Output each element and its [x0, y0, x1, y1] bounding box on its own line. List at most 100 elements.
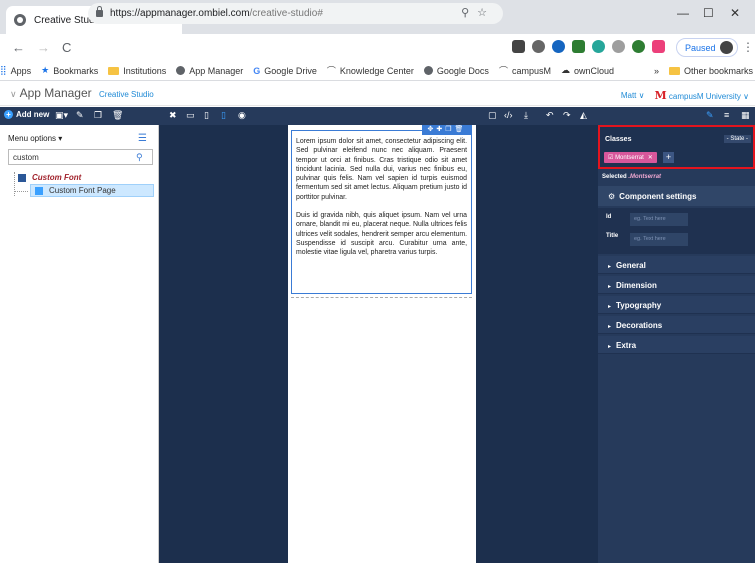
code-icon[interactable]: ‹/› [504, 110, 513, 120]
tree-item-label: Custom Font [32, 173, 82, 182]
wave-icon: ⌒ [326, 66, 336, 76]
extension-icon[interactable] [572, 40, 585, 53]
tree-connector [14, 191, 28, 192]
extension-icon[interactable] [652, 40, 665, 53]
reload-icon[interactable]: C [62, 40, 71, 55]
classes-label: Classes [605, 136, 632, 143]
download-icon[interactable]: ⤓ [524, 110, 528, 121]
tablet-view-icon[interactable]: ▯ [204, 110, 209, 121]
component-text[interactable]: Lorem ipsum dolor sit amet, consectetur … [296, 137, 467, 258]
save-icon[interactable]: ▣▾ [55, 110, 68, 121]
url-text: https://appmanager.ombiel.com/creative-s… [110, 8, 323, 19]
maximize-icon[interactable]: ☐ [703, 6, 714, 20]
profile-button[interactable]: Paused [676, 38, 738, 57]
state-dropdown[interactable]: - State - [723, 135, 751, 143]
search-icon[interactable]: ⚲ [136, 152, 143, 163]
org-menu[interactable]: M campusM University ∨ [654, 89, 749, 102]
forward-icon[interactable]: → [37, 40, 50, 55]
section-typography[interactable]: ▸ Typography [598, 296, 755, 314]
remove-class-icon[interactable]: ✕ [648, 154, 653, 161]
tree-item-custom-font-page[interactable]: Custom Font Page [30, 184, 154, 197]
chevron-down-icon: ∨ [10, 89, 17, 99]
id-input[interactable]: eg. Text here [630, 213, 688, 226]
menu-options-dropdown[interactable]: Menu options ▾ [8, 134, 62, 143]
bookmark-google-docs[interactable]: Google Docs [423, 66, 489, 76]
edit-icon[interactable]: ✎ [76, 110, 84, 121]
page-icon [35, 186, 43, 195]
bookmark-knowledge-center[interactable]: ⌒ Knowledge Center [327, 64, 414, 77]
app-header: ∨ App Manager Creative Studio Matt ∨ M ca… [0, 82, 755, 106]
bookmark-other[interactable]: Other bookmarks [669, 66, 753, 76]
app-title[interactable]: ∨ App Manager [10, 86, 92, 100]
star-icon: ★ [41, 65, 50, 75]
preview-eye-icon[interactable]: ◉ [238, 110, 246, 121]
undo-icon[interactable]: ↶ [546, 110, 554, 121]
chrome-favicon-icon [14, 14, 26, 26]
drop-zone[interactable] [291, 297, 472, 298]
tree-item-custom-font[interactable]: Custom Font [18, 173, 81, 182]
text-component[interactable]: ✥✚❐🗑 Lorem ipsum dolor sit amet, consect… [291, 125, 472, 294]
globe-icon [423, 66, 433, 75]
mobile-view-icon[interactable]: ▯ [221, 110, 226, 121]
bookmark-campusm[interactable]: ⌒ campusM [499, 64, 551, 77]
user-menu[interactable]: Matt ∨ [621, 91, 645, 100]
extension-icon[interactable] [592, 40, 605, 53]
bookmark-google-drive[interactable]: G Google Drive [253, 66, 317, 76]
gear-icon: ⚙ [608, 192, 616, 201]
extension-icon[interactable] [532, 40, 545, 53]
editor-toolbar: + Add new ▣▾ ✎ ❐ 🗑 ✖ ▭ ▯ ▯ ◉ ▢ ‹/› ⤓ ↶ ↷ … [0, 107, 755, 125]
desktop-view-icon[interactable]: ▭ [186, 110, 195, 121]
paragraph: Lorem ipsum dolor sit amet, consectetur … [296, 138, 467, 201]
tree-list-icon[interactable]: ☰ [138, 133, 147, 144]
plus-icon: + [4, 110, 13, 119]
copy-icon[interactable]: ❐ [94, 110, 102, 121]
bookmark-institutions[interactable]: Institutions [108, 66, 166, 76]
minimize-icon[interactable]: — [677, 6, 689, 20]
more-menu-icon[interactable]: ⋮ [742, 40, 754, 54]
close-window-icon[interactable]: ✕ [730, 6, 740, 20]
tree-connector [14, 172, 15, 196]
search-input[interactable] [9, 152, 134, 162]
bookmark-bookmarks[interactable]: ★ Bookmarks [41, 65, 98, 76]
title-input[interactable]: eg. Text here [630, 233, 688, 246]
outline-icon[interactable]: ▢ [488, 110, 497, 121]
tree-item-label: Custom Font Page [49, 186, 116, 195]
fullscreen-icon[interactable]: ✖ [169, 110, 177, 121]
layers-icon[interactable]: ≡ [724, 110, 729, 120]
address-bar[interactable]: https://appmanager.ombiel.com/creative-s… [88, 3, 503, 24]
campusm-logo-icon: M [654, 89, 667, 102]
bookmark-app-manager[interactable]: App Manager [176, 66, 243, 76]
checkbox-icon[interactable]: ☑ [608, 154, 613, 161]
extension-icon[interactable] [512, 40, 525, 53]
add-class-button[interactable]: + [663, 152, 674, 163]
section-general[interactable]: ▸ General [598, 256, 755, 274]
section-decorations[interactable]: ▸ Decorations [598, 316, 755, 334]
bookmark-owncloud[interactable]: ☁ ownCloud [561, 65, 614, 76]
class-tag[interactable]: ☑ Montserrat ✕ [604, 152, 657, 163]
mobile-device-frame: ✥✚❐🗑 Lorem ipsum dolor sit amet, consect… [288, 125, 476, 563]
section-extra[interactable]: ▸ Extra [598, 336, 755, 354]
bookmarks-overflow[interactable]: » [654, 66, 659, 76]
blocks-icon[interactable]: ▦ [741, 110, 750, 121]
editor-canvas: ✥✚❐🗑 Lorem ipsum dolor sit amet, consect… [159, 125, 598, 563]
bookmarks-bar: ⣿ Apps ★ Bookmarks Institutions App Manage… [0, 61, 755, 81]
extension-icon[interactable] [612, 40, 625, 53]
redo-icon[interactable]: ↷ [563, 110, 571, 121]
component-toolbar[interactable]: ✥✚❐🗑 [422, 125, 472, 135]
zoom-star-icons[interactable]: ⚲☆ [461, 6, 495, 19]
eraser-icon[interactable]: ◭ [580, 110, 587, 121]
extension-icon[interactable] [552, 40, 565, 53]
back-icon[interactable]: ← [12, 40, 25, 55]
component-settings-header[interactable]: ⚙ Component settings [598, 186, 755, 206]
title-label: Title [606, 233, 619, 239]
delete-icon[interactable]: 🗑 [112, 110, 123, 121]
add-new-button[interactable]: + Add new [4, 110, 49, 119]
extension-icon[interactable] [632, 40, 645, 53]
bookmark-apps[interactable]: ⣿ Apps [0, 65, 31, 76]
paragraph: Duis id gravida nibh, quis aliquet ipsum… [296, 212, 467, 257]
style-manager-panel: Classes - State - ☑ Montserrat ✕ + Select… [598, 125, 755, 563]
left-panel: Menu options ▾ ☰ ⚲ Custom Font Custom Fo… [0, 125, 159, 563]
app-subtitle[interactable]: Creative Studio [99, 90, 154, 99]
style-manager-icon[interactable]: ✎ [706, 110, 714, 121]
section-dimension[interactable]: ▸ Dimension [598, 276, 755, 294]
